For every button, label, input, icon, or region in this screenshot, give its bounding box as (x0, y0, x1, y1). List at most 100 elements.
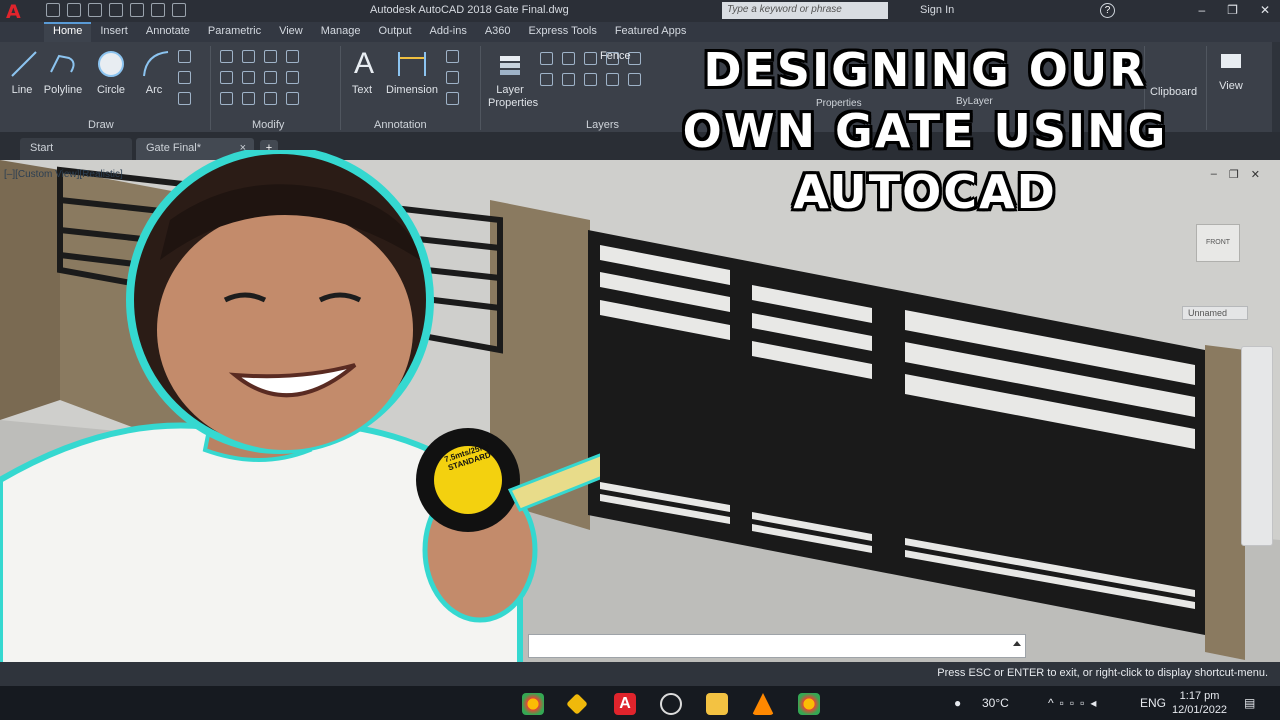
clock[interactable]: 1:17 pm 12/01/2022 (1172, 689, 1227, 717)
title-line-2: OWN GATE USING (682, 104, 1168, 158)
fillet-icon[interactable] (264, 71, 277, 84)
array-icon[interactable] (264, 92, 277, 105)
arc-tool[interactable]: Arc (140, 48, 169, 96)
viewport-close-icon[interactable]: ✕ (1251, 168, 1260, 181)
tab-manage[interactable]: Manage (312, 22, 370, 42)
erase-icon[interactable] (286, 50, 299, 63)
maximize-icon[interactable]: ❐ (1227, 3, 1238, 17)
text-icon: A (353, 47, 374, 80)
annotation-panel-label[interactable]: Annotation (374, 119, 427, 131)
viewcube[interactable]: FRONT (1196, 224, 1240, 262)
layer-properties-label: Layer Properties (488, 84, 539, 109)
temperature[interactable]: 30°C (982, 696, 1009, 710)
leader-icon[interactable] (446, 50, 459, 63)
print-icon[interactable] (130, 3, 144, 17)
application-menu-button[interactable]: A (0, 0, 44, 23)
help-icon[interactable]: ? (1100, 3, 1115, 18)
layer-match-icon[interactable] (540, 73, 553, 86)
tab-featured-apps[interactable]: Featured Apps (606, 22, 696, 42)
explode-icon[interactable] (286, 71, 299, 84)
draw-panel-label[interactable]: Draw (88, 119, 114, 131)
tab-a360[interactable]: A360 (476, 22, 520, 42)
tab-output[interactable]: Output (370, 22, 421, 42)
minimize-icon[interactable]: – (1198, 3, 1205, 17)
tab-addins[interactable]: Add-ins (421, 22, 476, 42)
text-tool-label: Text (351, 84, 373, 96)
markup-icon[interactable] (446, 92, 459, 105)
tab-parametric[interactable]: Parametric (199, 22, 270, 42)
weather-icon[interactable]: ● (954, 696, 961, 710)
chrome-icon-2[interactable] (798, 693, 820, 715)
layer-walk-icon[interactable] (584, 73, 597, 86)
presenter-photo (0, 150, 600, 720)
layer-previous-icon[interactable] (562, 73, 575, 86)
thumbnail-title: DESIGNING OUR OWN GATE USING AUTOCAD (600, 40, 1250, 223)
line-tool-label: Line (11, 84, 33, 96)
obs-icon[interactable] (660, 693, 682, 715)
tab-view[interactable]: View (270, 22, 312, 42)
layer-lock-icon[interactable] (584, 52, 597, 65)
command-history-icon[interactable] (1013, 641, 1021, 646)
window-controls: – ❐ ✕ (1198, 3, 1270, 17)
tab-express-tools[interactable]: Express Tools (520, 22, 606, 42)
mirror-icon[interactable] (242, 71, 255, 84)
text-tool[interactable]: A Text (348, 48, 376, 97)
offset-icon[interactable] (286, 92, 299, 105)
notifications-icon[interactable]: ▤ (1244, 696, 1255, 710)
trim-icon[interactable] (264, 50, 277, 63)
autocad-taskbar-icon[interactable]: A (614, 693, 636, 715)
named-view-dropdown[interactable]: Unnamed (1182, 306, 1248, 320)
region-icon[interactable] (178, 92, 191, 105)
navigation-bar[interactable] (1241, 346, 1273, 546)
panel-divider (480, 46, 481, 130)
circle-tool-label: Circle (96, 84, 126, 96)
scale-icon[interactable] (242, 92, 255, 105)
open-icon[interactable] (67, 3, 81, 17)
line-tool[interactable]: Line (8, 48, 37, 96)
stretch-icon[interactable] (220, 92, 233, 105)
layer-freeze-icon[interactable] (562, 52, 575, 65)
screen: A Autodesk AutoCAD 2018 Gate Final.dwg T… (0, 0, 1280, 720)
quick-access-toolbar (46, 3, 186, 17)
clock-date: 12/01/2022 (1172, 704, 1228, 716)
dimension-tool[interactable]: Dimension (384, 48, 440, 96)
layer-properties-tool[interactable]: Layer Properties (488, 48, 539, 110)
language-indicator[interactable]: ENG (1140, 696, 1166, 710)
binance-icon[interactable] (566, 693, 588, 715)
window-title: Autodesk AutoCAD 2018 Gate Final.dwg (370, 4, 569, 16)
circle-tool[interactable]: Circle (94, 48, 128, 96)
hatch-icon[interactable] (178, 71, 191, 84)
autocad-logo-icon: A (6, 1, 21, 23)
saveas-icon[interactable] (109, 3, 123, 17)
polyline-tool[interactable]: Polyline (42, 48, 84, 96)
command-line[interactable] (528, 634, 1026, 658)
chrome-icon[interactable] (522, 693, 544, 715)
vlc-icon[interactable] (752, 693, 774, 715)
draw-extra-tools (178, 50, 194, 105)
search-input[interactable]: Type a keyword or phrase (722, 2, 888, 19)
polyline-tool-label: Polyline (43, 84, 83, 96)
close-icon[interactable]: ✕ (1260, 3, 1270, 17)
tab-annotate[interactable]: Annotate (137, 22, 199, 42)
copy-icon[interactable] (220, 71, 233, 84)
move-icon[interactable] (220, 50, 233, 63)
layer-off-icon[interactable] (540, 52, 553, 65)
ribbon-tabs: Home Insert Annotate Parametric View Man… (0, 22, 1280, 42)
tab-insert[interactable]: Insert (91, 22, 137, 42)
undo-icon[interactable] (151, 3, 165, 17)
circle-icon (95, 48, 127, 80)
save-icon[interactable] (88, 3, 102, 17)
polyline-icon (47, 48, 79, 80)
rotate-icon[interactable] (242, 50, 255, 63)
system-tray-icons[interactable]: ^▫▫▫◂ (1048, 696, 1102, 710)
rectangle-icon[interactable] (178, 50, 191, 63)
tab-home[interactable]: Home (44, 22, 92, 42)
clock-time: 1:17 pm (1179, 690, 1220, 702)
file-explorer-icon[interactable] (706, 693, 728, 715)
sign-in-button[interactable]: Sign In (920, 4, 954, 16)
table-icon[interactable] (446, 71, 459, 84)
dimension-icon (396, 48, 428, 80)
new-icon[interactable] (46, 3, 60, 17)
redo-icon[interactable] (172, 3, 186, 17)
modify-panel-label[interactable]: Modify (252, 119, 284, 131)
